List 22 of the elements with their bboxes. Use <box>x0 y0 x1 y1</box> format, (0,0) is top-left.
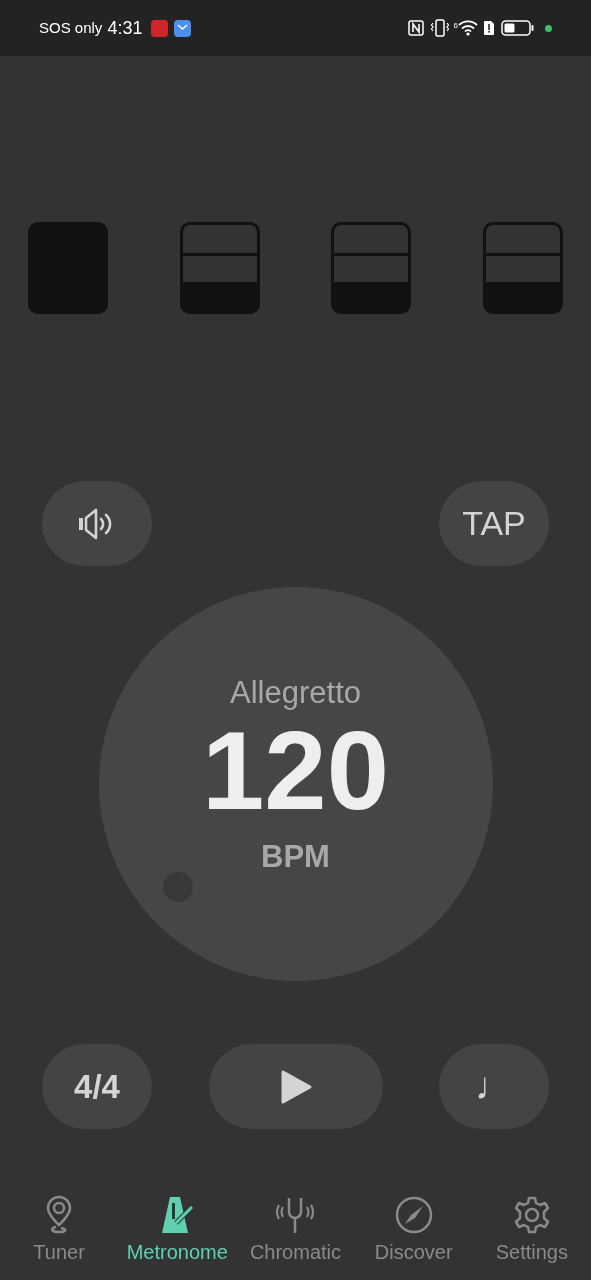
nav-tab[interactable]: Tuner <box>0 1195 119 1267</box>
nfc-icon <box>407 20 424 36</box>
wifi-icon <box>458 20 478 36</box>
tuning-fork-icon <box>275 1195 316 1235</box>
tap-button[interactable]: TAP <box>439 481 549 566</box>
clock: 4:31 <box>107 16 143 40</box>
nav-tab[interactable]: Discover <box>354 1195 473 1267</box>
note-value-button[interactable]: ♩ <box>439 1044 549 1129</box>
tempo-dial[interactable]: Allegretto 120 BPM <box>98 587 493 981</box>
nav-tab[interactable]: Metronome <box>118 1195 237 1267</box>
carrier-text: SOS only <box>39 17 103 38</box>
wifi-badge-text: 6 <box>453 20 458 32</box>
time-signature-button[interactable]: 4/4 <box>42 1044 152 1129</box>
nav-tab[interactable]: Settings <box>472 1195 591 1267</box>
tempo-name: Allegretto <box>230 675 361 711</box>
bpm-value: 120 <box>202 715 389 827</box>
compass-icon <box>393 1195 434 1235</box>
sim-alert-icon <box>483 20 495 36</box>
battery-icon <box>501 20 535 36</box>
vibrate-icon <box>429 19 450 37</box>
nav-tab[interactable]: Chromatic <box>236 1195 355 1267</box>
bpm-unit: BPM <box>261 839 330 875</box>
